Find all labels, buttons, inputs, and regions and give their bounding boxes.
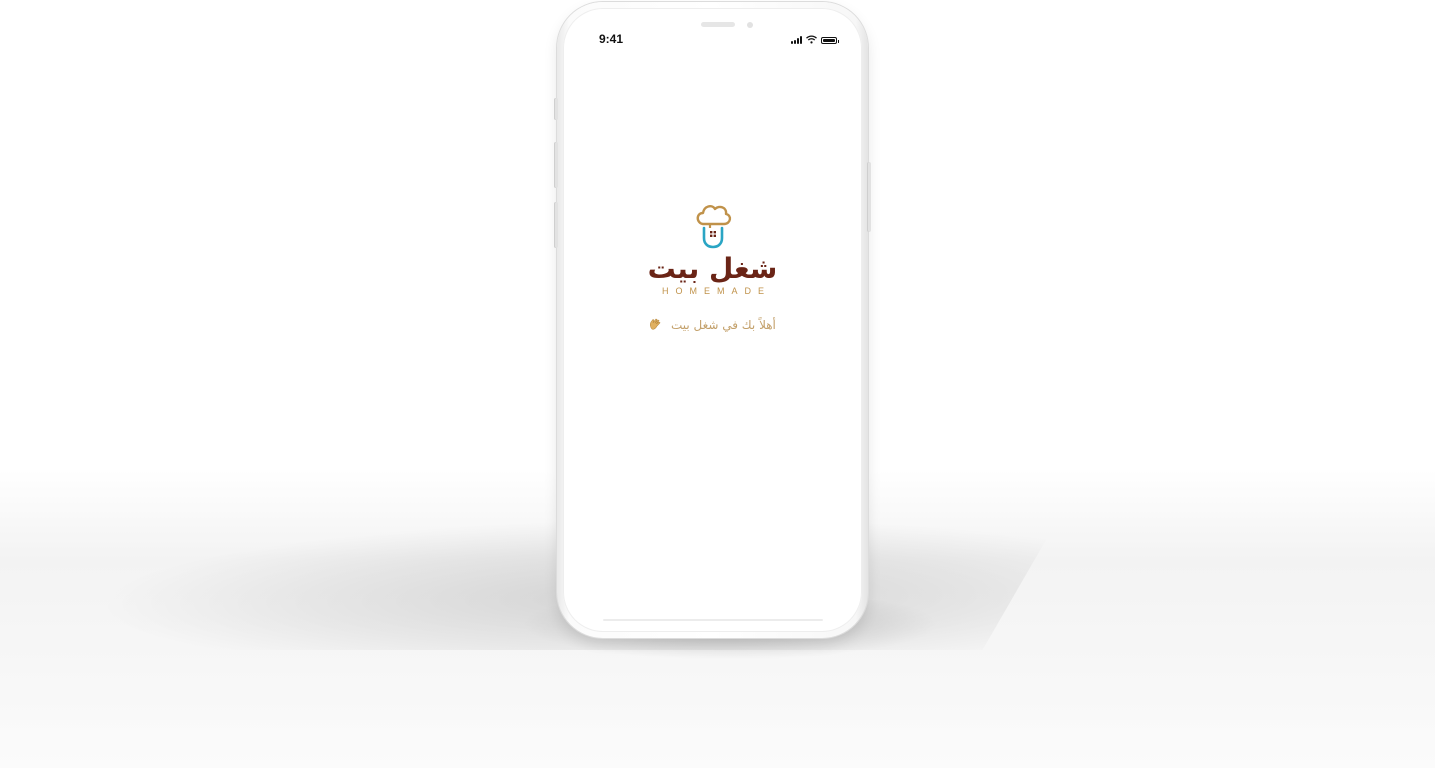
home-indicator [603, 619, 823, 621]
volume-up-button [554, 142, 558, 188]
wifi-icon [806, 35, 817, 44]
status-icons [791, 34, 839, 44]
cellular-signal-icon [791, 36, 802, 44]
status-time: 9:41 [599, 32, 624, 46]
brand-name-english: HOMEMADE [661, 286, 771, 296]
volume-down-button [554, 202, 558, 248]
phone-frame: 9:41 شغل بيت HOMEMADE أهلاً بك في شغل بي… [554, 2, 871, 638]
welcome-text: أهلاً بك في شغل بيت [670, 318, 776, 332]
splash-screen: 9:41 شغل بيت HOMEMADE أهلاً بك في شغل بي… [563, 8, 862, 632]
brand-name-arabic: شغل بيت [647, 252, 778, 285]
battery-icon [821, 37, 839, 44]
front-camera [747, 22, 753, 28]
mute-switch [554, 98, 558, 120]
power-button [867, 162, 871, 232]
chef-hat-house-icon [696, 205, 731, 249]
waving-hand-icon [650, 318, 661, 330]
brand-logo: شغل بيت HOMEMADE [563, 204, 862, 296]
welcome-message: أهلاً بك في شغل بيت [563, 318, 862, 332]
mockup-stage: 9:41 شغل بيت HOMEMADE أهلاً بك في شغل بي… [0, 0, 1435, 768]
speaker-grille [701, 22, 735, 27]
